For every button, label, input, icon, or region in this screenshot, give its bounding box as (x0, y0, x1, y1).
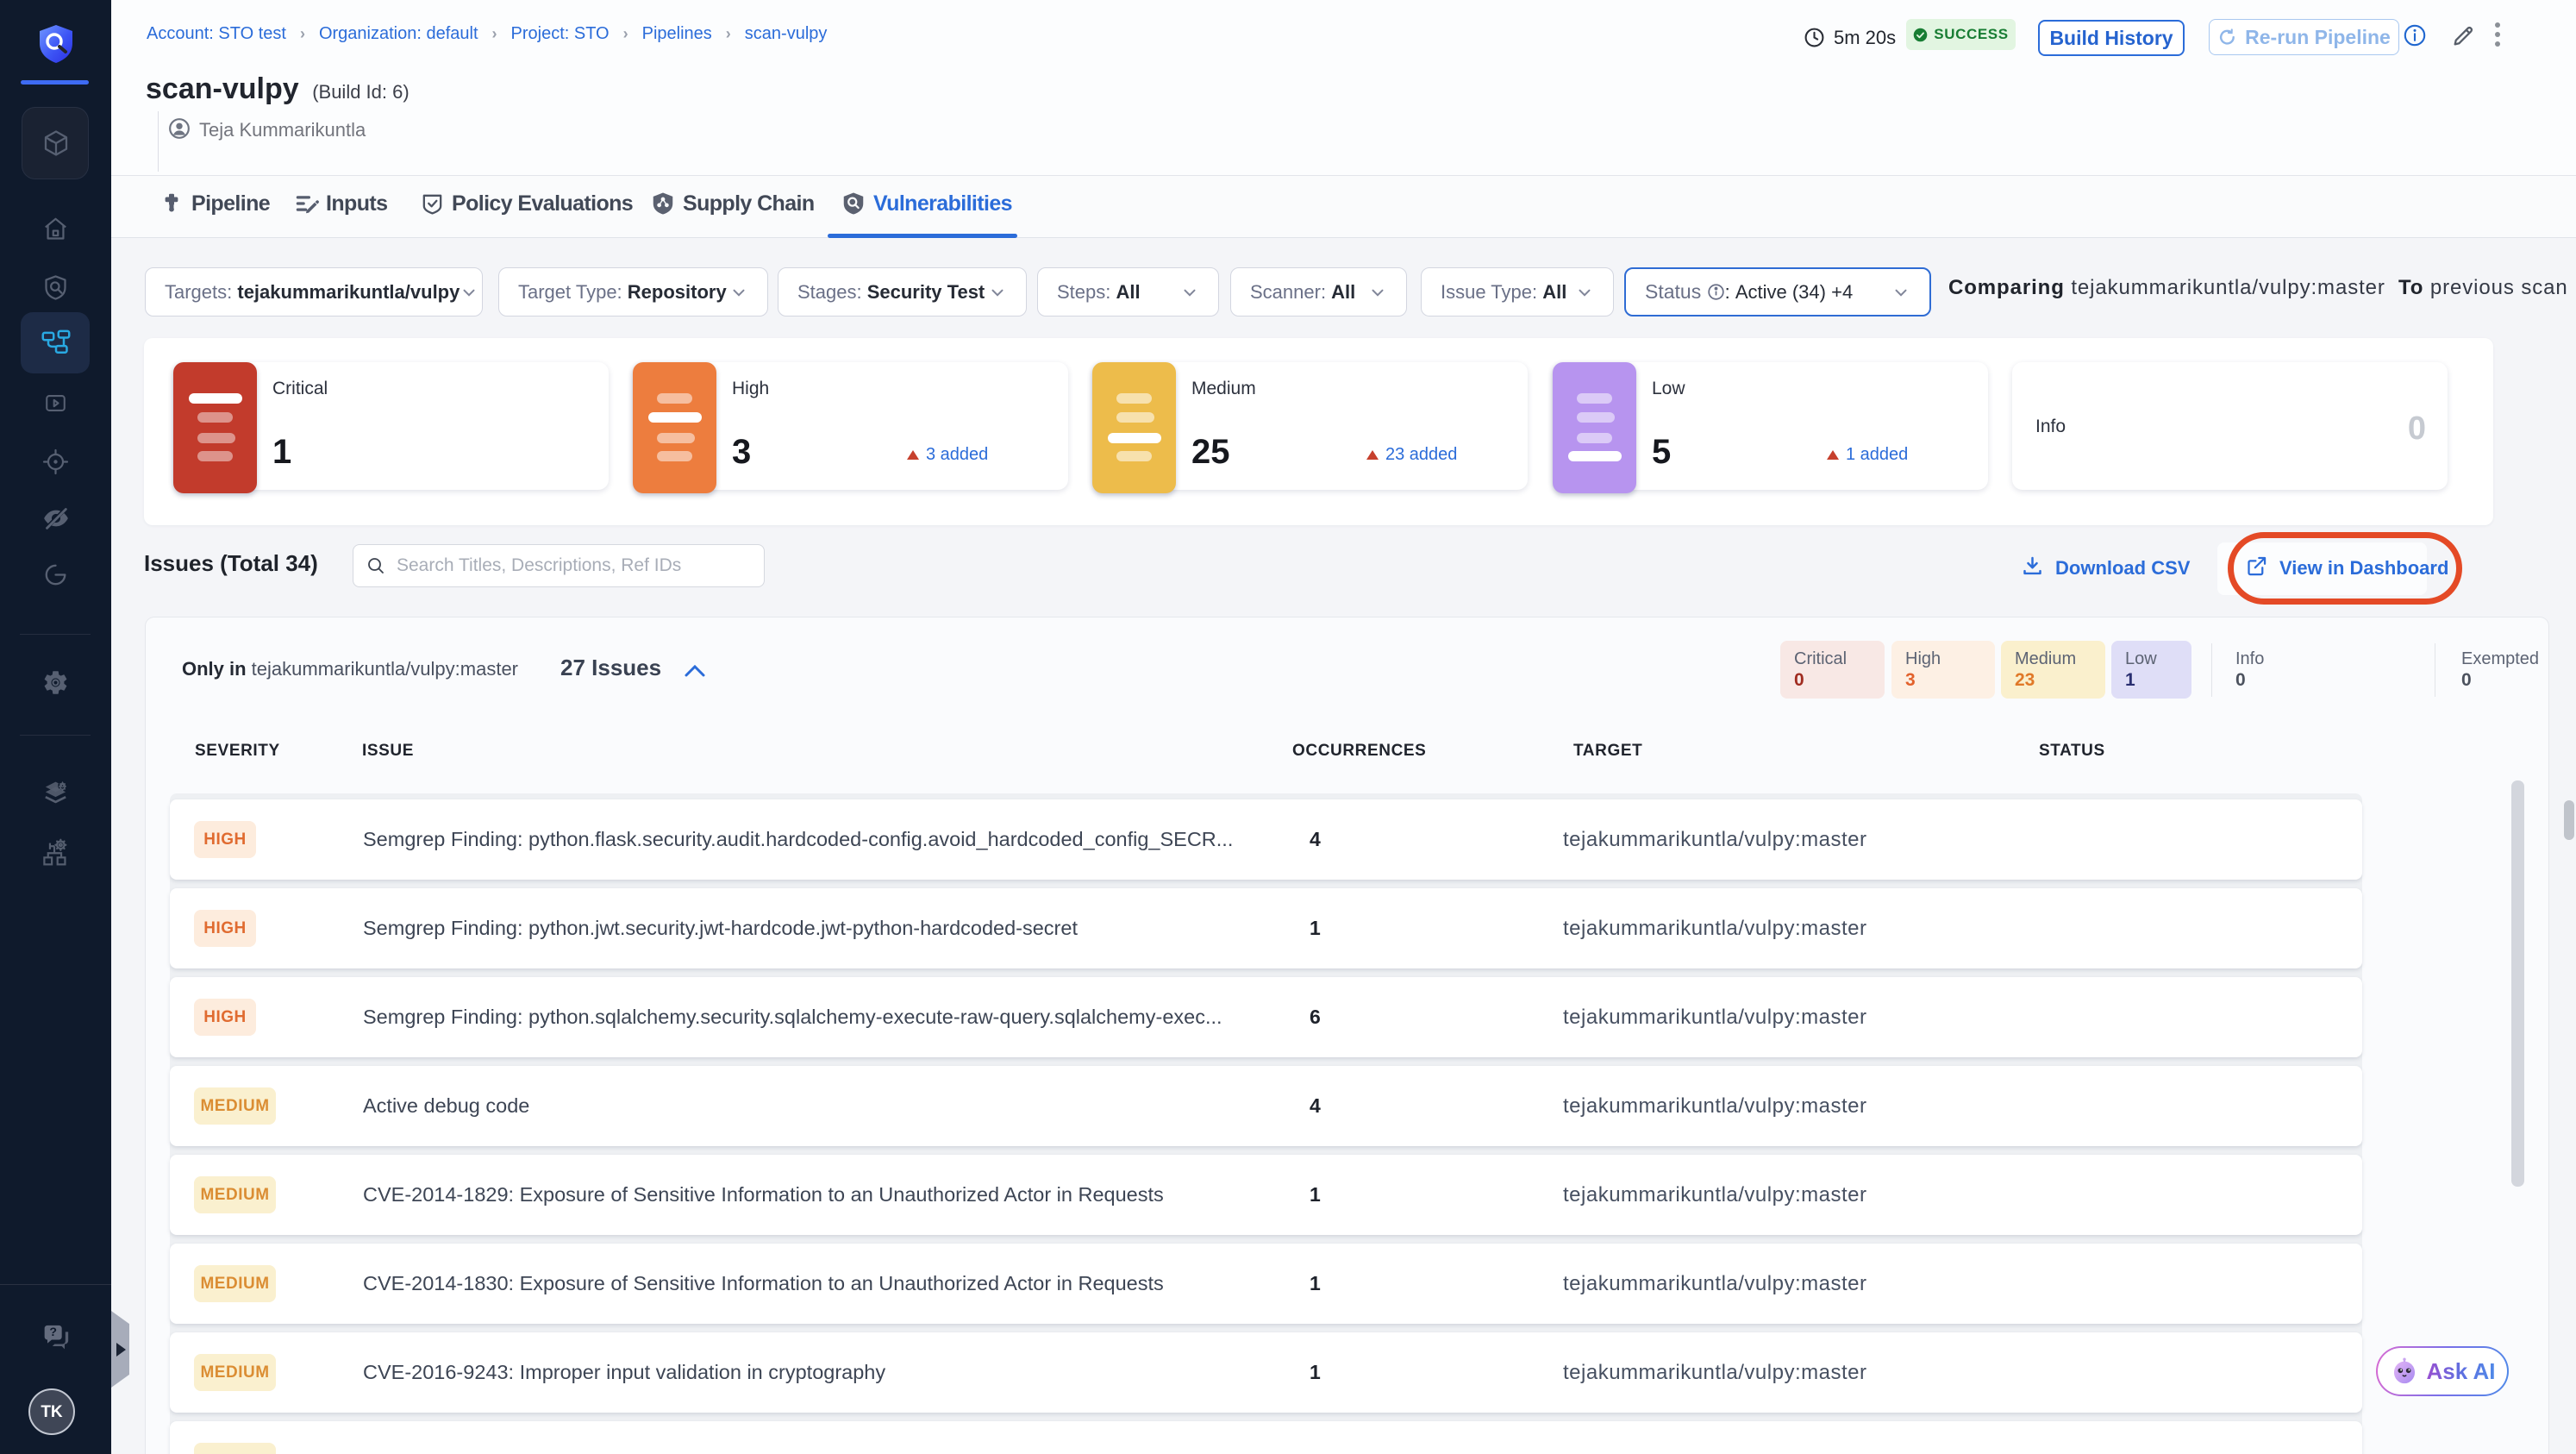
svg-text:?: ? (49, 1326, 57, 1339)
